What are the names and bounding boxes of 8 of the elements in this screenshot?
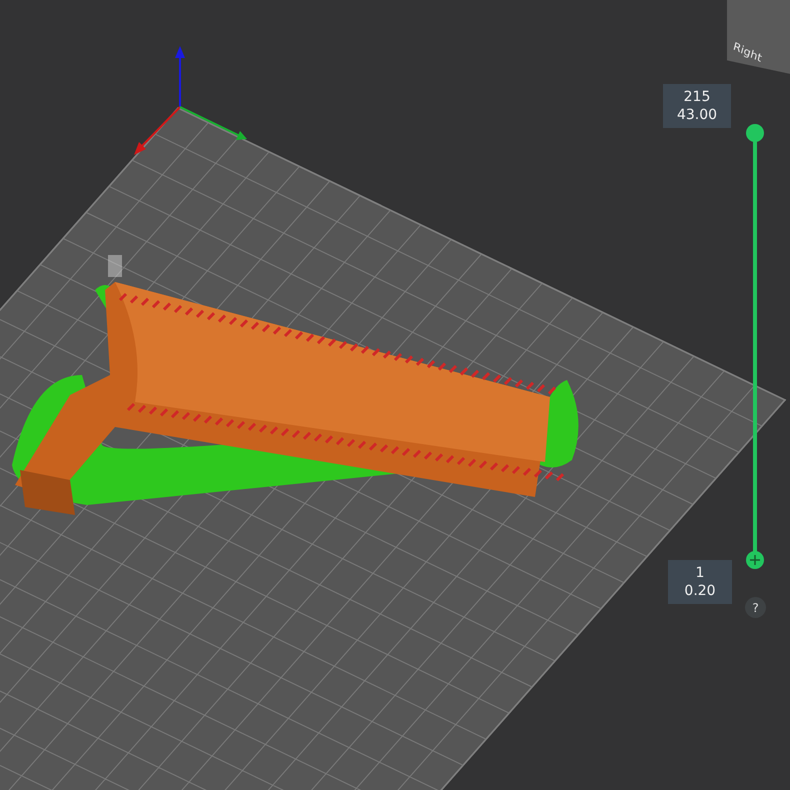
lower-layer-number: 1 <box>696 564 704 582</box>
upper-layer-number: 215 <box>684 88 710 106</box>
help-button[interactable]: ? <box>745 597 766 618</box>
upper-layer-handle[interactable] <box>746 124 764 142</box>
plus-icon <box>750 555 760 565</box>
upper-layer-height: 43.00 <box>676 106 718 124</box>
lower-layer-handle[interactable] <box>746 551 764 569</box>
lower-layer-height: 0.20 <box>684 582 716 600</box>
